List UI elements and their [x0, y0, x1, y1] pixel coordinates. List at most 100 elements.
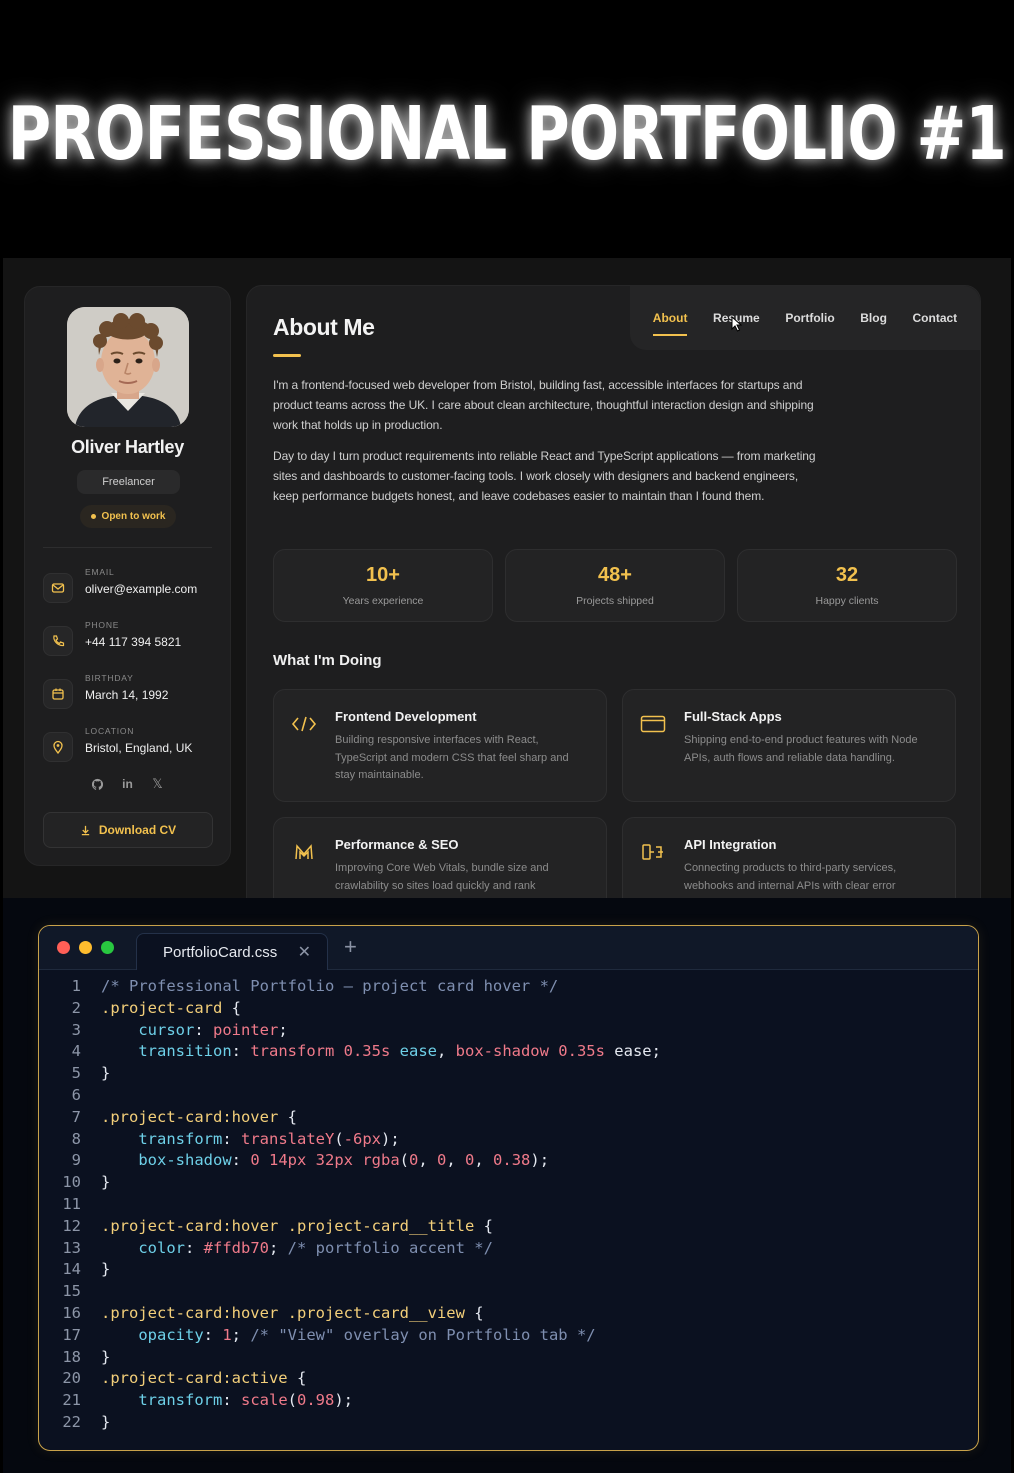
- nav-contact[interactable]: Contact: [913, 311, 958, 325]
- line-number: 22: [62, 1413, 81, 1431]
- code-token: opacity: [138, 1325, 204, 1344]
- code-line: .project-card:hover .project-card__title…: [101, 1217, 493, 1235]
- code-token: }: [101, 1260, 111, 1279]
- code-token: }: [101, 1064, 111, 1083]
- code-line: }: [101, 1413, 110, 1431]
- speedometer-m-icon: [290, 840, 318, 864]
- line-number: 2: [71, 998, 81, 1017]
- contact-location: LOCATION Bristol, England, UK: [43, 726, 218, 770]
- calendar-icon: [43, 679, 73, 709]
- page-title: About Me: [273, 314, 375, 340]
- x-icon[interactable]: 𝕏: [151, 776, 165, 791]
- code-line: }: [101, 1064, 110, 1082]
- line-number: 8: [71, 1129, 81, 1148]
- download-cv-button[interactable]: Download CV: [43, 812, 213, 848]
- service-card-frontend[interactable]: Frontend Development Building responsive…: [273, 689, 607, 802]
- editor-tab-bar: PortfolioCard.css ✕ +: [39, 926, 978, 970]
- avatar: [67, 307, 189, 427]
- github-icon[interactable]: [91, 777, 105, 791]
- code-token: :: [185, 1238, 204, 1257]
- code-line: }: [101, 1260, 110, 1278]
- nav-portfolio[interactable]: Portfolio: [785, 311, 834, 325]
- service-card-api[interactable]: API Integration Connecting products to t…: [622, 817, 956, 898]
- minimize-window-dot[interactable]: [79, 941, 92, 954]
- contact-label: BIRTHDAY: [85, 673, 134, 683]
- code-token: 0 14px 32px: [250, 1151, 353, 1170]
- code-token: :: [231, 1042, 251, 1061]
- maximize-window-dot[interactable]: [101, 941, 114, 954]
- line-number: 6: [71, 1086, 81, 1104]
- code-token: 0: [437, 1151, 447, 1170]
- sidebar-divider: [43, 547, 212, 548]
- code-line: }: [101, 1348, 110, 1366]
- close-window-dot[interactable]: [57, 941, 70, 954]
- plug-icon: [639, 840, 667, 864]
- contact-phone: PHONE +44 117 394 5821: [43, 620, 218, 664]
- headline-banner: PROFESSIONAL PORTFOLIO #1: [0, 0, 1014, 258]
- stat-value: 48+: [598, 564, 632, 586]
- close-icon[interactable]: ✕: [298, 942, 311, 962]
- code-token: #ffdb70: [203, 1238, 269, 1257]
- editor-tab[interactable]: PortfolioCard.css ✕: [136, 933, 328, 970]
- code-token: .project-card: [101, 998, 223, 1017]
- code-token: .project-card:hover: [101, 1107, 279, 1126]
- line-number: 12: [62, 1216, 81, 1235]
- code-line: .project-card:hover .project-card__view …: [101, 1304, 484, 1322]
- birthday-value: March 14, 1992: [85, 688, 169, 702]
- line-number: 5: [71, 1064, 81, 1083]
- status-label: Open to work: [101, 511, 166, 522]
- code-token: scale: [241, 1391, 288, 1410]
- code-token: ;: [269, 1238, 288, 1257]
- code-token: pointer: [213, 1020, 279, 1039]
- email-value[interactable]: oliver@example.com: [85, 582, 197, 596]
- service-description: Building responsive interfaces with Reac…: [335, 734, 569, 781]
- code-token: transform: [138, 1129, 223, 1148]
- code-token: /* Professional Portfolio — project card…: [101, 977, 559, 995]
- code-token: /* portfolio accent */: [287, 1238, 493, 1257]
- stat-card-experience: 10+ Years experience: [273, 549, 493, 622]
- nav-about[interactable]: About: [652, 311, 687, 336]
- code-token: (: [334, 1129, 344, 1148]
- code-token: (: [399, 1151, 409, 1170]
- service-card-fullstack[interactable]: Full-Stack Apps Shipping end-to-end prod…: [622, 689, 956, 802]
- code-icon: [290, 712, 318, 736]
- service-title: Performance & SEO: [335, 837, 459, 852]
- code-line: .project-card:active {: [101, 1369, 306, 1387]
- phone-value[interactable]: +44 117 394 5821: [85, 635, 181, 649]
- location-value: Bristol, England, UK: [85, 741, 193, 755]
- title-underline: [273, 354, 301, 357]
- line-number: 7: [71, 1107, 81, 1126]
- phone-icon: [43, 626, 73, 656]
- line-number: 3: [71, 1020, 81, 1039]
- code-token: );: [334, 1391, 354, 1410]
- code-token: 0: [465, 1151, 475, 1170]
- line-number: 17: [62, 1325, 81, 1344]
- service-description: Shipping end-to-end product features wit…: [684, 734, 918, 764]
- code-line: box-shadow: 0 14px 32px rgba(0, 0, 0, 0.…: [101, 1151, 549, 1169]
- stat-value: 32: [835, 564, 859, 586]
- stat-card-clients: 32 Happy clients: [737, 549, 957, 622]
- code-token: :: [203, 1325, 223, 1344]
- code-token: /* "View" overlay on Portfolio tab */: [250, 1325, 596, 1344]
- code-editor-area: PortfolioCard.css ✕ + 1 /* Professional P…: [3, 898, 1011, 1473]
- code-token: ,: [436, 1042, 456, 1061]
- about-paragraph-2: Day to day I turn product requirements i…: [273, 449, 816, 503]
- linkedin-icon[interactable]: in: [121, 777, 135, 791]
- code-token: ,: [418, 1151, 438, 1170]
- code-line: /* Professional Portfolio — project card…: [101, 977, 558, 995]
- code-token: box-shadow 0.35s: [455, 1042, 605, 1061]
- code-token: }: [101, 1173, 111, 1192]
- line-number: 14: [62, 1260, 81, 1279]
- code-token: ease;: [604, 1042, 661, 1061]
- new-tab-plus-icon[interactable]: +: [344, 934, 357, 960]
- service-title: Frontend Development: [335, 709, 477, 724]
- code-token: {: [278, 1107, 297, 1126]
- section-title: What I'm Doing: [273, 652, 382, 669]
- nav-blog[interactable]: Blog: [860, 311, 887, 325]
- location-pin-icon: [43, 732, 73, 762]
- code-line: .project-card {: [101, 999, 241, 1017]
- service-card-performance[interactable]: Performance & SEO Improving Core Web Vit…: [273, 817, 607, 898]
